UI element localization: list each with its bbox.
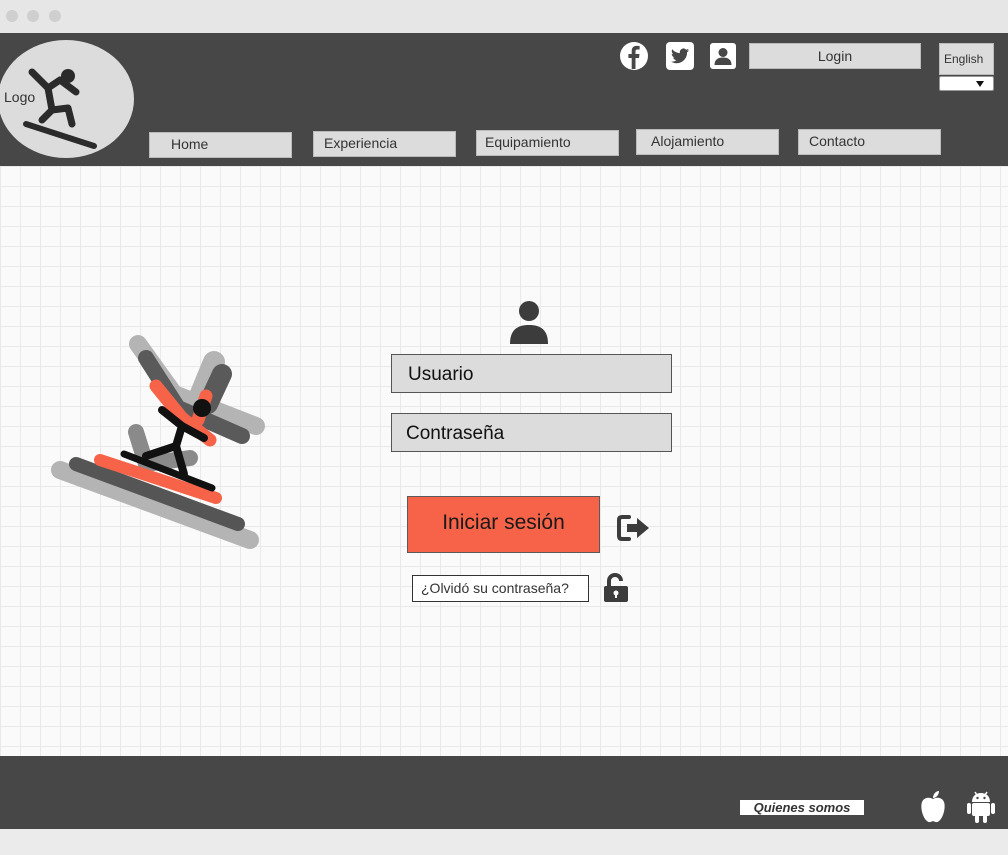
signin-button-label: Iniciar sesión [442,511,565,534]
site-footer: Quienes somos [0,756,1008,829]
snowboarder-illustration [51,335,265,549]
snowboarder-icon [23,68,97,149]
window-bottom-bar [0,829,1008,855]
nav-item-alojamiento[interactable]: Alojamiento [636,129,779,155]
username-field[interactable]: Usuario [391,354,672,393]
logo[interactable]: Logo [0,40,134,158]
window-titlebar [0,0,1008,33]
nav-item-contacto[interactable]: Contacto [798,129,941,155]
about-us-link[interactable]: Quienes somos [740,800,864,815]
window-dot[interactable] [27,10,39,22]
window-dot[interactable] [49,10,61,22]
language-dropdown[interactable] [939,76,994,91]
facebook-icon[interactable] [619,41,649,71]
forgot-password-link[interactable]: ¿Olvidó su contraseña? [412,575,589,602]
nav-item-equipamiento[interactable]: Equipamiento [476,130,619,156]
sign-in-arrow-icon[interactable] [617,514,651,542]
window-dot[interactable] [6,10,18,22]
nav-item-experiencia[interactable]: Experiencia [313,131,456,157]
user-icon [510,301,548,344]
twitter-icon[interactable] [665,41,695,71]
site-header: Logo Login English Home Experiencia Equi… [0,33,1008,166]
apple-icon[interactable] [918,790,948,824]
login-button[interactable]: Login [749,43,921,69]
language-label: English [939,43,994,75]
password-field[interactable]: Contraseña [391,413,672,452]
unlock-icon[interactable] [602,573,630,603]
android-icon[interactable] [966,790,996,824]
user-profile-icon[interactable] [708,41,738,71]
signin-button[interactable]: Iniciar sesión [407,496,600,553]
nav-item-home[interactable]: Home [149,132,292,158]
chevron-down-icon [976,81,984,87]
